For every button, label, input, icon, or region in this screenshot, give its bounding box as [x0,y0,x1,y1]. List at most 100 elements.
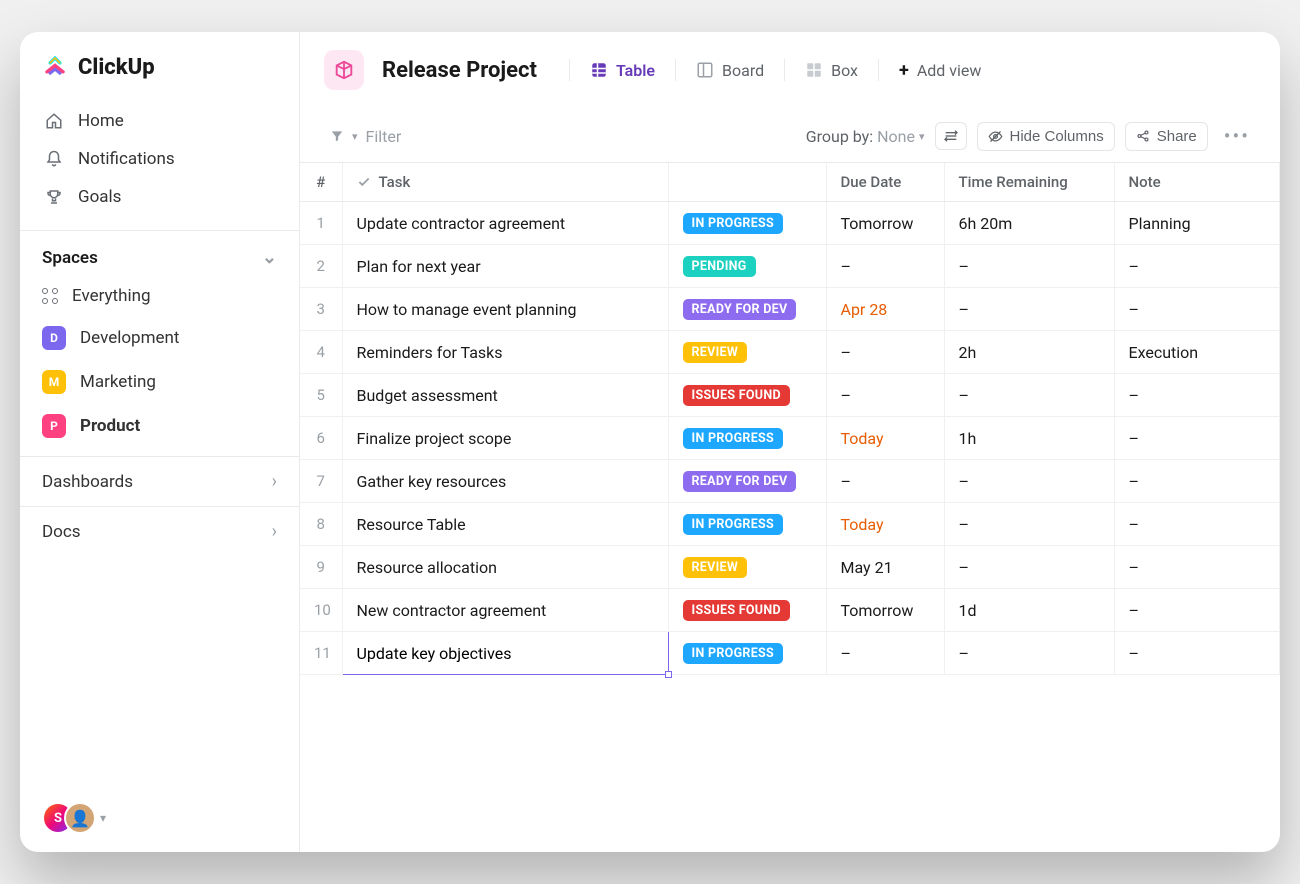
group-by-button[interactable]: Group by: None ▾ [806,127,925,146]
cell-status[interactable]: READY FOR DEV [668,288,826,331]
sidebar-item-dashboards[interactable]: Dashboards › [20,456,299,506]
main: Release Project Table Board [300,32,1280,852]
add-view-button[interactable]: + Add view [887,53,993,88]
table-row[interactable]: 7Gather key resourcesREADY FOR DEV––– [300,460,1280,503]
table-row[interactable]: 4Reminders for TasksREVIEW–2hExecution [300,331,1280,374]
cell-task[interactable]: Resource allocation [342,546,668,589]
filter-button[interactable]: ▾ Filter [324,121,407,152]
col-task[interactable]: Task [342,163,668,202]
cell-due[interactable]: – [826,245,944,288]
table-icon [590,61,608,79]
cell-note[interactable]: Execution [1114,331,1280,374]
sidebar-user[interactable]: S 👤 ▾ [20,784,299,852]
tab-box[interactable]: Box [793,54,870,87]
sidebar-item-development[interactable]: D Development [20,316,299,360]
cell-note[interactable]: – [1114,546,1280,589]
cell-time[interactable]: 6h 20m [944,202,1114,245]
cell-status[interactable]: IN PROGRESS [668,202,826,245]
cell-due[interactable]: – [826,374,944,417]
table-row[interactable]: 10New contractor agreementISSUES FOUNDTo… [300,589,1280,632]
cell-note[interactable]: – [1114,503,1280,546]
cell-note[interactable]: – [1114,460,1280,503]
cell-status[interactable]: IN PROGRESS [668,503,826,546]
cell-note[interactable]: Planning [1114,202,1280,245]
table-row[interactable]: 11IN PROGRESS––– [300,632,1280,675]
cell-due[interactable]: May 21 [826,546,944,589]
sidebar-item-everything[interactable]: Everything [20,276,299,316]
cell-due[interactable]: Tomorrow [826,589,944,632]
tab-board[interactable]: Board [684,54,776,87]
cell-due[interactable]: Today [826,417,944,460]
cell-time[interactable]: – [944,632,1114,675]
cell-note[interactable]: – [1114,632,1280,675]
cell-time[interactable]: 2h [944,331,1114,374]
sidebar-item-docs[interactable]: Docs › [20,506,299,556]
cell-resize-handle[interactable] [665,671,672,678]
table-row[interactable]: 2Plan for next yearPENDING––– [300,245,1280,288]
cell-status[interactable]: IN PROGRESS [668,417,826,460]
nav-home[interactable]: Home [30,102,289,140]
cell-status[interactable]: REVIEW [668,331,826,374]
cell-task[interactable]: New contractor agreement [342,589,668,632]
sort-button[interactable] [935,122,967,150]
table-row[interactable]: 3How to manage event planningREADY FOR D… [300,288,1280,331]
cell-task[interactable] [342,632,668,675]
nav-notifications[interactable]: Notifications [30,140,289,178]
cell-time[interactable]: – [944,245,1114,288]
logo[interactable]: ClickUp [20,32,299,98]
table-row[interactable]: 1Update contractor agreementIN PROGRESST… [300,202,1280,245]
col-time[interactable]: Time Remaining [944,163,1114,202]
spaces-header[interactable]: Spaces ⌄ [20,235,299,276]
cell-status[interactable]: READY FOR DEV [668,460,826,503]
col-due[interactable]: Due Date [826,163,944,202]
cell-task[interactable]: Budget assessment [342,374,668,417]
cell-time[interactable]: 1d [944,589,1114,632]
trophy-icon [44,187,64,207]
cell-time[interactable]: 1h [944,417,1114,460]
task-edit-input[interactable] [357,644,654,663]
col-note[interactable]: Note [1114,163,1280,202]
cell-status[interactable]: ISSUES FOUND [668,589,826,632]
cell-task[interactable]: Resource Table [342,503,668,546]
cell-note[interactable]: – [1114,589,1280,632]
nav-goals[interactable]: Goals [30,178,289,216]
table-row[interactable]: 6Finalize project scopeIN PROGRESSToday1… [300,417,1280,460]
sidebar-item-product[interactable]: P Product [20,404,299,448]
cell-task[interactable]: Plan for next year [342,245,668,288]
cell-task[interactable]: Reminders for Tasks [342,331,668,374]
cell-due[interactable]: – [826,460,944,503]
cell-status[interactable]: IN PROGRESS [668,632,826,675]
cell-status[interactable]: ISSUES FOUND [668,374,826,417]
col-status[interactable] [668,163,826,202]
cell-note[interactable]: – [1114,374,1280,417]
sort-icon [943,128,959,144]
cell-due[interactable]: – [826,331,944,374]
cell-time[interactable]: – [944,288,1114,331]
more-button[interactable]: ••• [1218,120,1256,152]
cell-time[interactable]: – [944,374,1114,417]
table-row[interactable]: 8Resource TableIN PROGRESSToday–– [300,503,1280,546]
cell-note[interactable]: – [1114,417,1280,460]
cell-task[interactable]: How to manage event planning [342,288,668,331]
cell-time[interactable]: – [944,546,1114,589]
cell-status[interactable]: REVIEW [668,546,826,589]
table-row[interactable]: 5Budget assessmentISSUES FOUND––– [300,374,1280,417]
cell-note[interactable]: – [1114,245,1280,288]
cell-due[interactable]: Tomorrow [826,202,944,245]
cell-status[interactable]: PENDING [668,245,826,288]
cell-task[interactable]: Gather key resources [342,460,668,503]
cell-due[interactable]: Today [826,503,944,546]
share-button[interactable]: Share [1125,122,1208,151]
hide-columns-button[interactable]: Hide Columns [977,122,1115,151]
cell-note[interactable]: – [1114,288,1280,331]
cell-task[interactable]: Update contractor agreement [342,202,668,245]
cell-time[interactable]: – [944,503,1114,546]
tab-table[interactable]: Table [578,54,667,87]
sidebar-item-marketing[interactable]: M Marketing [20,360,299,404]
cell-due[interactable]: Apr 28 [826,288,944,331]
cell-task[interactable]: Finalize project scope [342,417,668,460]
cell-due[interactable]: – [826,632,944,675]
cell-time[interactable]: – [944,460,1114,503]
col-num[interactable]: # [300,163,342,202]
table-row[interactable]: 9Resource allocationREVIEWMay 21–– [300,546,1280,589]
